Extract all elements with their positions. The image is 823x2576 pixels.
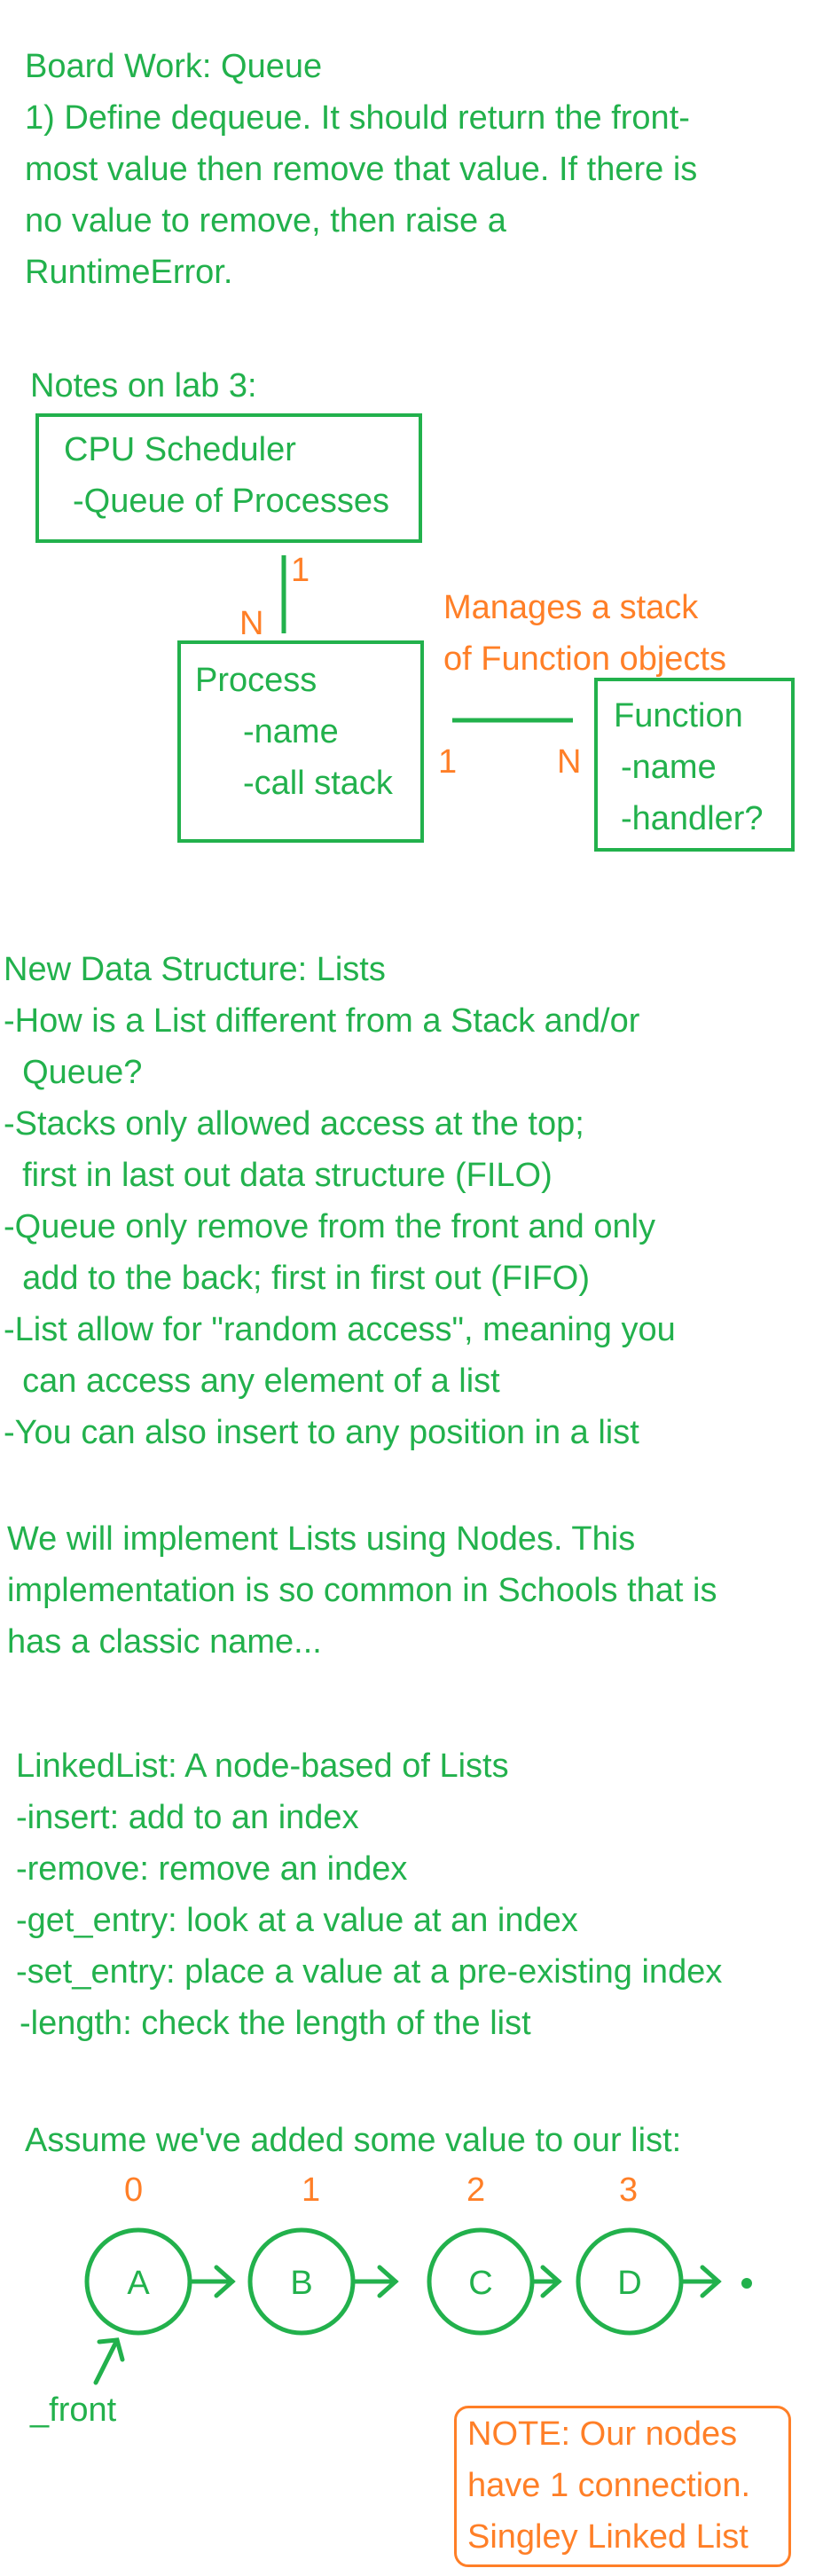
board-line: most value then remove that value. If th… <box>25 151 698 188</box>
note-box: NOTE: Our nodes have 1 connection. Singl… <box>454 2406 791 2567</box>
function-box-title: Function <box>614 697 743 734</box>
node-b-label: B <box>290 2265 313 2302</box>
board-line: no value to remove, then raise a <box>25 202 506 240</box>
cardinality-label: N <box>557 743 582 781</box>
null-dot <box>741 2278 752 2289</box>
nodes-intro-line: implementation is so common in Schools t… <box>7 1572 717 1609</box>
nodes-intro-line: We will implement Lists using Nodes. Thi… <box>7 1520 636 1558</box>
lists-line: -Queue only remove from the front and on… <box>4 1208 656 1245</box>
next-arrow-c-d <box>529 2265 562 2298</box>
linkedlist-line: LinkedList: A node-based of Lists <box>16 1747 509 1785</box>
index-label: 3 <box>619 2172 639 2209</box>
cardinality-label: 1 <box>438 743 458 781</box>
cardinality-label: N <box>239 605 264 642</box>
front-label: _front <box>30 2391 117 2429</box>
note-line: have 1 connection. <box>467 2467 751 2504</box>
linkedlist-line: -insert: add to an index <box>16 1799 359 1836</box>
process-box: Process -name -call stack <box>177 640 424 843</box>
board-line: RuntimeError. <box>25 254 233 291</box>
next-arrow-d-null <box>678 2265 722 2298</box>
next-arrow-a-b <box>187 2265 236 2298</box>
index-label: 1 <box>302 2172 321 2209</box>
note-line: NOTE: Our nodes <box>467 2415 738 2453</box>
lists-line: -You can also insert to any position in … <box>4 1414 639 1451</box>
lists-line: New Data Structure: Lists <box>4 951 386 988</box>
function-box-field: -handler? <box>621 800 764 837</box>
cpu-box-field: -Queue of Processes <box>73 483 389 520</box>
function-box-field: -name <box>621 749 717 786</box>
lab-notes-heading: Notes on lab 3: <box>30 367 257 404</box>
function-box: Function -name -handler? <box>594 678 795 852</box>
note-line: Singley Linked List <box>467 2518 749 2556</box>
manages-note-line: Manages a stack <box>443 589 699 626</box>
index-label: 2 <box>466 2172 486 2209</box>
front-arrow <box>93 2337 125 2385</box>
lists-line: add to the back; first in first out (FIF… <box>4 1260 590 1297</box>
nodes-intro-line: has a classic name... <box>7 1623 322 1661</box>
cpu-box-title: CPU Scheduler <box>64 431 296 468</box>
cpu-scheduler-box: CPU Scheduler -Queue of Processes <box>35 413 422 543</box>
lists-line: -Stacks only allowed access at the top; <box>4 1105 584 1143</box>
node-d-label: D <box>617 2265 642 2302</box>
lists-line: -How is a List different from a Stack an… <box>4 1002 640 1040</box>
cardinality-label: 1 <box>291 552 310 589</box>
manages-note-line: of Function objects <box>443 640 726 678</box>
node-c-label: C <box>468 2265 493 2302</box>
lists-line: Queue? <box>4 1054 143 1091</box>
process-box-field: -name <box>243 713 339 750</box>
index-label: 0 <box>124 2172 144 2209</box>
next-arrow-b-c <box>350 2265 399 2298</box>
process-box-title: Process <box>195 662 317 699</box>
diagram-caption: Assume we've added some value to our lis… <box>25 2122 682 2159</box>
lists-line: -List allow for "random access", meaning… <box>4 1311 676 1348</box>
board-line: 1) Define dequeue. It should return the … <box>25 99 690 137</box>
node-a-label: A <box>127 2265 150 2302</box>
linkedlist-line: -set_entry: place a value at a pre-exist… <box>16 1953 723 1991</box>
linkedlist-line: -remove: remove an index <box>16 1850 408 1888</box>
lists-line: can access any element of a list <box>4 1363 500 1400</box>
lists-line: first in last out data structure (FILO) <box>4 1157 553 1194</box>
process-box-field: -call stack <box>243 765 393 802</box>
board-title: Board Work: Queue <box>25 48 323 85</box>
linkedlist-line: -length: check the length of the list <box>20 2005 531 2042</box>
linkedlist-line: -get_entry: look at a value at an index <box>16 1902 578 1939</box>
